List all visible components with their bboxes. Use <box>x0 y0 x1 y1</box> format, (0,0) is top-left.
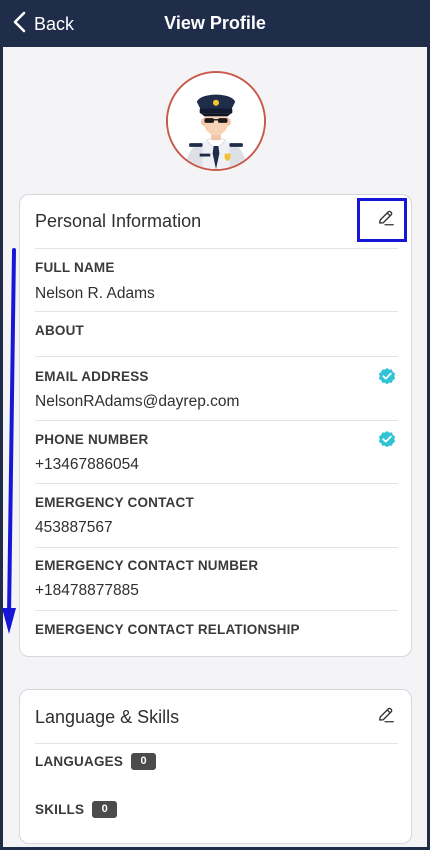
page-title: View Profile <box>164 13 266 33</box>
pencil-icon <box>377 706 395 729</box>
language-skills-card: Language & Skills LANGUAGES 0 SKILLS 0 <box>19 689 412 844</box>
window-frame-left <box>0 0 3 850</box>
divider <box>35 743 398 744</box>
full-name-value: Nelson R. Adams <box>35 285 155 302</box>
divider <box>35 547 398 548</box>
personal-info-title: Personal Information <box>35 211 202 231</box>
full-name-label: FULL NAME <box>35 260 115 275</box>
divider <box>35 420 398 421</box>
divider <box>35 483 398 484</box>
languages-row[interactable]: LANGUAGES 0 <box>35 753 157 770</box>
app-header: Back View Profile <box>0 0 430 47</box>
about-label: ABOUT <box>35 323 84 338</box>
divider <box>35 248 398 249</box>
divider <box>35 610 398 611</box>
email-value: NelsonRAdams@dayrep.com <box>35 393 240 410</box>
emergency-contact-label: EMERGENCY CONTACT <box>35 495 194 510</box>
pencil-icon <box>377 209 395 232</box>
phone-verified-icon <box>377 429 397 449</box>
phone-label: PHONE NUMBER <box>35 432 149 447</box>
languages-label: LANGUAGES <box>35 754 124 769</box>
phone-value: +13467886054 <box>35 456 139 473</box>
skills-row[interactable]: SKILLS 0 <box>35 801 118 818</box>
email-label: EMAIL ADDRESS <box>35 369 149 384</box>
divider <box>35 311 398 312</box>
languages-count-badge: 0 <box>131 753 157 770</box>
edit-personal-info-button[interactable] <box>372 206 400 234</box>
skills-label: SKILLS <box>35 802 85 817</box>
emergency-contact-number-value: +18478877885 <box>35 582 139 599</box>
divider <box>35 356 398 357</box>
emergency-contact-value: 453887567 <box>35 519 113 536</box>
edit-language-skills-button[interactable] <box>372 703 400 731</box>
skills-count-badge: 0 <box>92 801 118 818</box>
emergency-contact-relationship-label: EMERGENCY CONTACT RELATIONSHIP <box>35 622 300 637</box>
avatar-officer-icon <box>168 73 264 169</box>
emergency-contact-number-label: EMERGENCY CONTACT NUMBER <box>35 558 259 573</box>
avatar <box>166 71 266 171</box>
language-skills-title: Language & Skills <box>35 707 180 727</box>
personal-info-card: Personal Information FULL NAME Nelson R.… <box>19 194 412 657</box>
email-verified-icon <box>377 366 397 386</box>
